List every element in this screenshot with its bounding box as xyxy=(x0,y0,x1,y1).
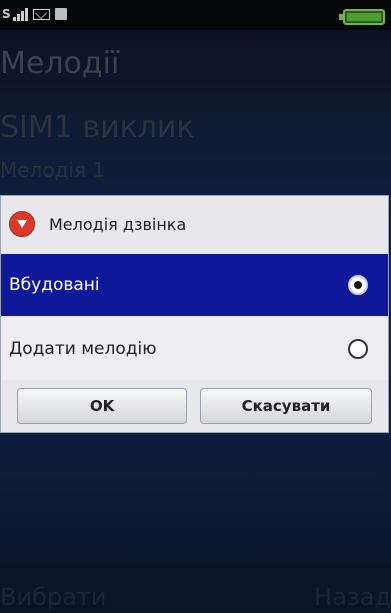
softkey-right[interactable]: Назад xyxy=(314,583,391,611)
radio-selected-icon[interactable] xyxy=(348,275,368,295)
screen-title: Мелодії xyxy=(0,46,120,81)
phone-screen: S Мелодії SIM1 виклик Мелодія 1 Вибрати … xyxy=(0,0,391,613)
battery-icon xyxy=(339,9,385,25)
signal-icon xyxy=(12,7,28,21)
option-built-in[interactable]: Вбудовані xyxy=(1,254,388,316)
option-label: Вбудовані xyxy=(9,275,100,295)
status-bar: S xyxy=(0,0,391,30)
dialog-buttons: OK Скасувати xyxy=(1,382,388,430)
sd-card-icon xyxy=(54,8,67,20)
option-label: Додати мелодію xyxy=(9,339,157,359)
status-icons: S xyxy=(2,7,67,21)
message-icon xyxy=(32,8,50,20)
dialog-header: Мелодія дзвінка xyxy=(1,204,388,244)
cancel-button[interactable]: Скасувати xyxy=(200,388,372,424)
option-add-ringtone[interactable]: Додати мелодію xyxy=(1,318,388,380)
sim-indicator: S xyxy=(2,7,11,21)
ok-button[interactable]: OK xyxy=(17,388,187,424)
softkey-left[interactable]: Вибрати xyxy=(0,583,106,611)
dropdown-arrow-icon xyxy=(9,211,35,237)
ringtone-setting-title: SIM1 виклик xyxy=(0,110,195,145)
dialog-title: Мелодія дзвінка xyxy=(49,214,187,234)
radio-unselected-icon[interactable] xyxy=(348,339,368,359)
ringtone-dialog: Мелодія дзвінка Вбудовані Додати мелодію… xyxy=(0,195,389,433)
ringtone-setting-value: Мелодія 1 xyxy=(0,158,106,182)
